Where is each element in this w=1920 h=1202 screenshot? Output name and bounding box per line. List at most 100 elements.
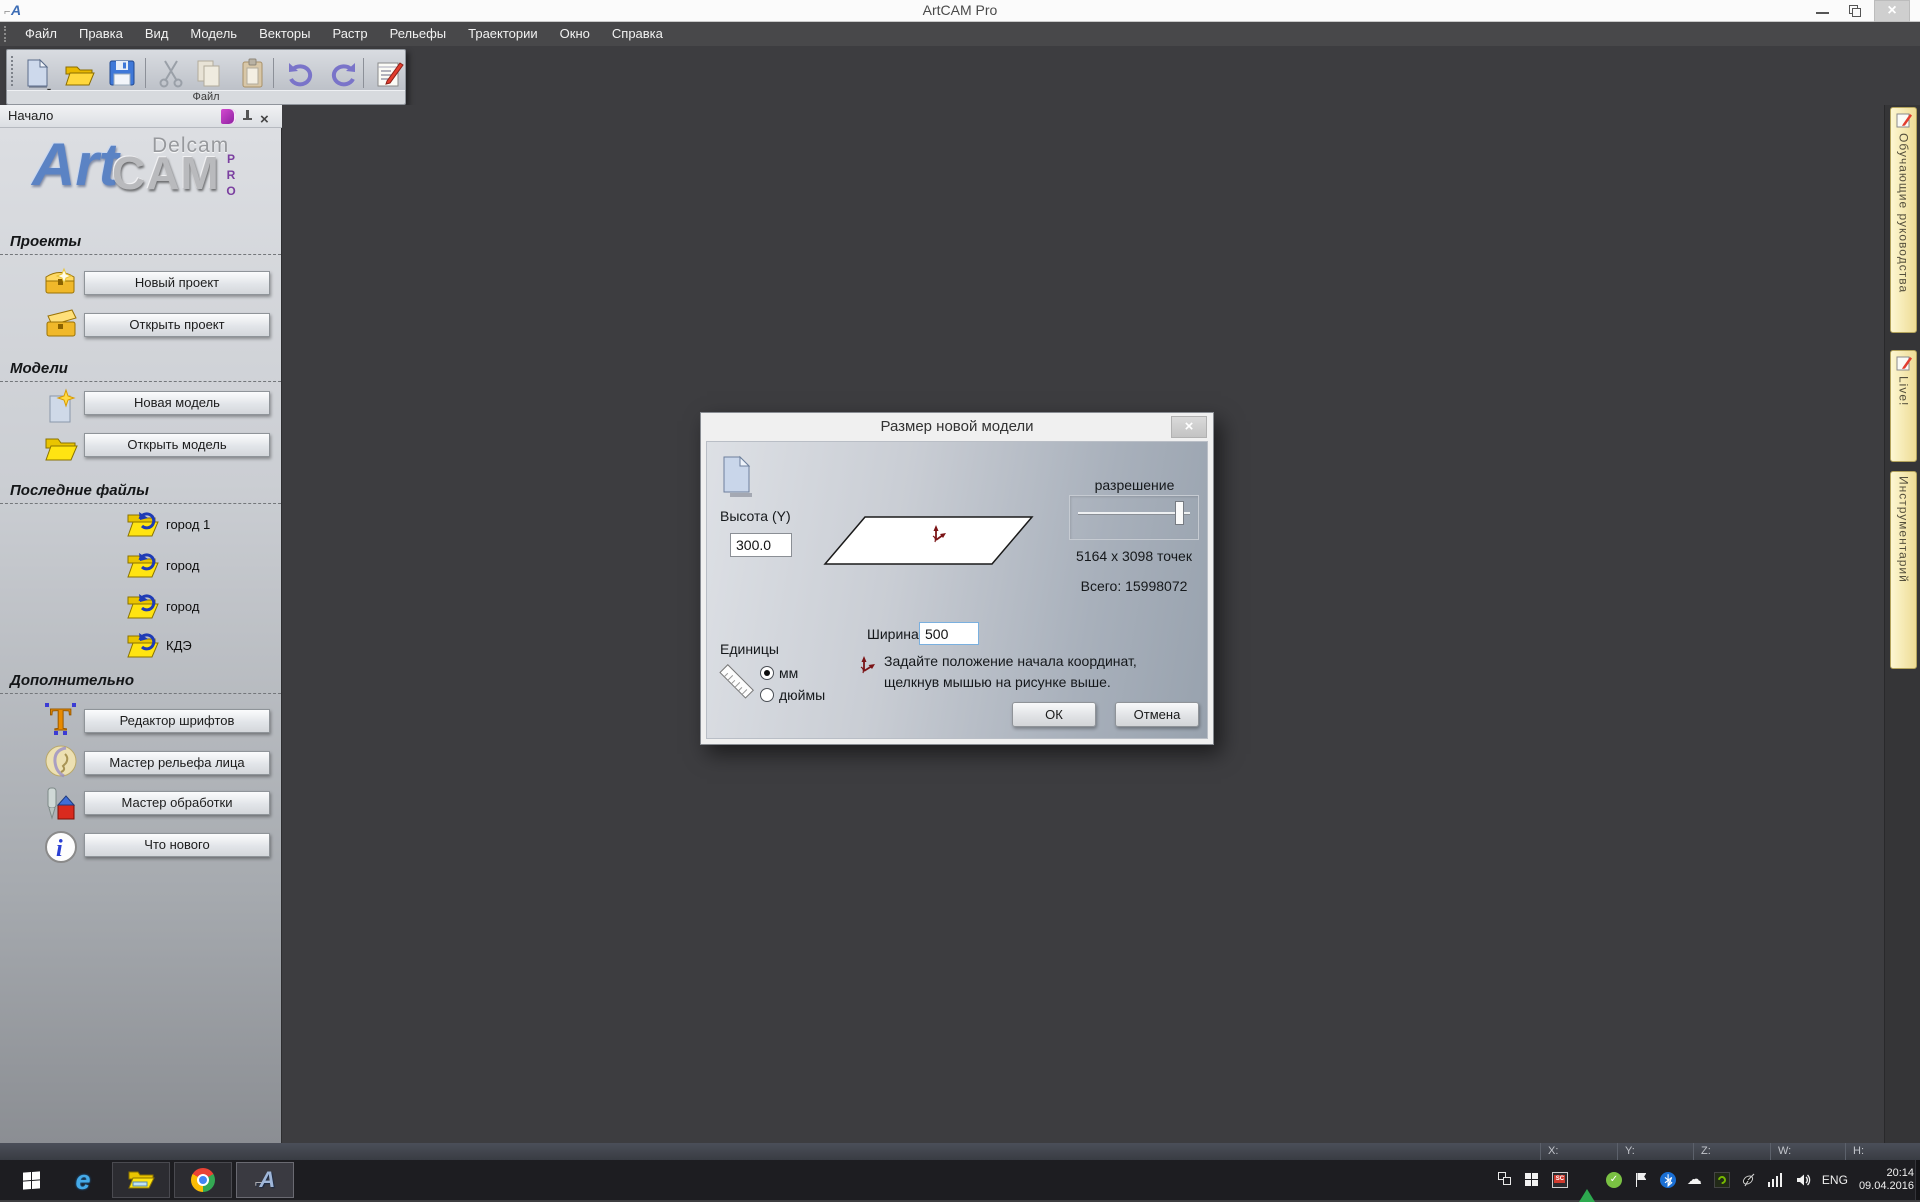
menu-edit[interactable]: Правка (68, 22, 134, 46)
open-model-button[interactable]: Открыть модель (84, 433, 270, 457)
unit-inches-label[interactable]: дюймы (779, 687, 825, 703)
open-file-icon[interactable] (63, 57, 95, 89)
file-explorer-button[interactable] (112, 1162, 170, 1198)
ok-button[interactable]: ОК (1012, 702, 1096, 727)
toolbar-caption: Файл (7, 90, 405, 104)
face-wizard-button[interactable]: Мастер рельефа лица (84, 751, 270, 775)
font-editor-icon[interactable]: T (42, 700, 80, 738)
recent-file-label[interactable]: город (166, 599, 199, 614)
section-recent-files: Последние файлы (10, 482, 149, 499)
machining-wizard-icon[interactable] (42, 785, 80, 823)
undo-icon[interactable] (285, 57, 317, 89)
new-project-button[interactable]: Новый проект (84, 271, 270, 295)
tab-toolbox[interactable]: Инструментарий (1890, 471, 1917, 669)
toolbar-separator (145, 58, 146, 88)
bluetooth-icon[interactable] (1660, 1172, 1676, 1188)
hidden-icons-icon[interactable] (1498, 1172, 1514, 1188)
close-button[interactable] (1874, 0, 1910, 22)
help-book-icon[interactable] (221, 109, 236, 124)
start-button[interactable] (2, 1162, 60, 1198)
new-document-icon[interactable] (21, 57, 53, 89)
toolbar-row: Файл (0, 46, 1920, 105)
logo-pro: PRO (224, 152, 238, 200)
artcam-taskbar-button[interactable]: A (236, 1162, 294, 1198)
unit-mm-radio[interactable] (760, 666, 774, 680)
cancel-button[interactable]: Отмена (1115, 702, 1199, 727)
volume-icon[interactable] (1795, 1172, 1811, 1188)
save-icon[interactable] (106, 57, 138, 89)
dialog-close-button[interactable] (1171, 416, 1207, 438)
new-model-icon[interactable] (42, 386, 80, 424)
recent-file-label[interactable]: КДЭ (166, 638, 192, 653)
new-document-icon (718, 455, 758, 504)
toolbar-separator (363, 58, 364, 88)
internet-explorer-button[interactable]: e (54, 1162, 112, 1198)
panel-close-icon[interactable] (260, 109, 275, 124)
recent-file-icon[interactable] (126, 628, 162, 660)
tab-live[interactable]: Live! (1890, 350, 1917, 462)
satellite-icon[interactable] (1741, 1172, 1757, 1188)
menu-reliefs[interactable]: Рельефы (379, 22, 458, 46)
show-desktop-button[interactable] (1915, 1160, 1920, 1200)
unit-mm-label[interactable]: мм (779, 665, 798, 681)
menu-toolpaths[interactable]: Траектории (457, 22, 549, 46)
open-project-button[interactable]: Открыть проект (84, 313, 270, 337)
window-title: ArtCAM Pro (0, 2, 1920, 18)
tab-label: Инструментарий (1897, 476, 1911, 583)
open-model-icon[interactable] (42, 427, 80, 465)
screen-capture-icon[interactable]: SC (1552, 1172, 1568, 1188)
ie-icon: e (75, 1165, 90, 1196)
clock[interactable]: 20:14 09.04.2016 (1859, 1167, 1914, 1193)
copy-icon (193, 57, 225, 89)
height-input[interactable] (730, 533, 792, 557)
resolution-slider[interactable] (1069, 495, 1199, 540)
menu-window[interactable]: Окно (549, 22, 601, 46)
font-editor-button[interactable]: Редактор шрифтов (84, 709, 270, 733)
menu-vectors[interactable]: Векторы (248, 22, 321, 46)
recent-file-icon[interactable] (126, 507, 162, 539)
menu-file[interactable]: Файл (14, 22, 68, 46)
action-center-icon[interactable] (1633, 1172, 1649, 1188)
menu-bitmap[interactable]: Растр (321, 22, 378, 46)
slider-handle[interactable] (1175, 501, 1184, 525)
chrome-button[interactable] (174, 1162, 232, 1198)
section-projects: Проекты (10, 233, 81, 250)
network-signal-icon[interactable] (1768, 1173, 1784, 1187)
new-project-chest-icon[interactable] (42, 261, 80, 299)
titlebar: A ArtCAM Pro (0, 0, 1920, 22)
menu-model[interactable]: Модель (179, 22, 248, 46)
whats-new-icon[interactable]: i (42, 828, 80, 866)
nvidia-icon[interactable] (1714, 1172, 1730, 1188)
open-project-chest-icon[interactable] (42, 304, 80, 342)
sync-ok-icon[interactable]: ✓ (1606, 1172, 1622, 1188)
menu-view[interactable]: Вид (134, 22, 180, 46)
restore-button[interactable] (1842, 0, 1868, 22)
recent-file-icon[interactable] (126, 548, 162, 580)
machining-wizard-button[interactable]: Мастер обработки (84, 791, 270, 815)
logo-cam: CAM (112, 146, 220, 200)
redo-icon[interactable] (327, 57, 359, 89)
new-model-button[interactable]: Новая модель (84, 391, 270, 415)
panel-title: Начало (8, 108, 53, 123)
right-tab-strip: Обучающие руководства Live! Инструментар… (1884, 105, 1920, 1143)
language-indicator[interactable]: ENG (1822, 1173, 1848, 1187)
google-drive-icon[interactable] (1579, 1172, 1595, 1188)
recent-file-label[interactable]: город (166, 558, 199, 573)
tab-tutorials[interactable]: Обучающие руководства (1890, 107, 1917, 333)
status-h: H: (1845, 1143, 1920, 1160)
onedrive-icon[interactable]: ☁ (1687, 1172, 1703, 1188)
units-label: Единицы (720, 641, 779, 657)
notes-icon[interactable] (373, 57, 405, 89)
width-input[interactable] (919, 622, 979, 645)
windows-tray-icon[interactable] (1525, 1172, 1541, 1188)
face-wizard-icon[interactable] (42, 742, 80, 780)
recent-file-icon[interactable] (126, 589, 162, 621)
slider-track[interactable] (1078, 512, 1190, 515)
recent-file-label[interactable]: город 1 (166, 517, 210, 532)
menu-help[interactable]: Справка (601, 22, 674, 46)
unit-inches-radio[interactable] (760, 688, 774, 702)
pin-icon[interactable] (240, 109, 255, 124)
whats-new-button[interactable]: Что нового (84, 833, 270, 857)
dialog-body: Высота (Y) разрешение 5164 x 3098 точек … (706, 441, 1208, 739)
minimize-button[interactable] (1810, 0, 1836, 22)
